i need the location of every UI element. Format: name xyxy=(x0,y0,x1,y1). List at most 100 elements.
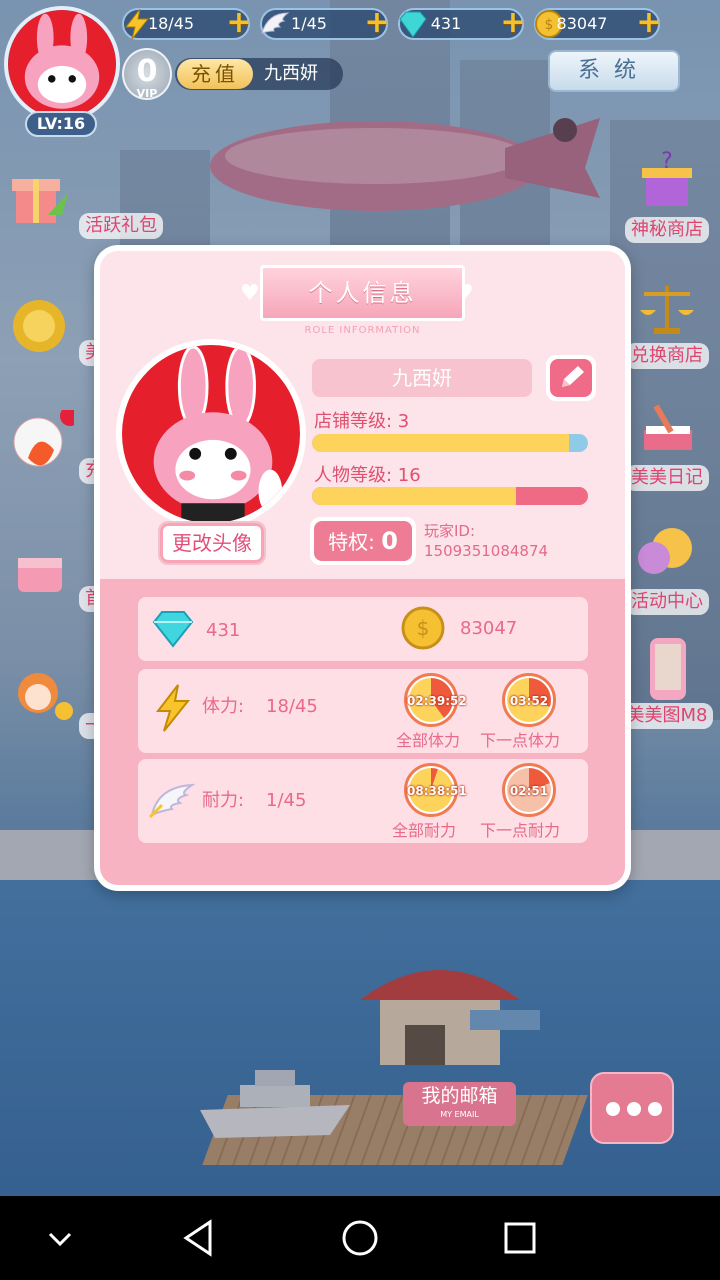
mystery-box-icon: ? xyxy=(642,149,692,206)
currency-row: 431 $ 83047 xyxy=(138,597,588,661)
character-level-label: 人物等级: 16 xyxy=(314,465,421,486)
side-label: 神秘商店 xyxy=(625,217,709,243)
vip-label: VIP xyxy=(136,87,158,100)
endurance-row: 耐力: 1/45 08:38:51 全部耐力 02:51 下一点耐力 xyxy=(138,759,588,843)
lightning-icon xyxy=(155,684,191,732)
endurance-value: 1/45 xyxy=(291,14,327,33)
diary-book-icon xyxy=(644,404,692,450)
more-dot-icon xyxy=(627,1102,641,1116)
player-name-field: 九西妍 xyxy=(312,359,532,397)
endurance-next-timer: 02:51 xyxy=(502,763,556,817)
coin-pill[interactable]: $ 83047 + xyxy=(534,8,662,40)
side-label: 美美图M8 xyxy=(620,703,714,729)
stamina-full-timer: 02:39:52 xyxy=(404,673,467,727)
character-level-progress-fill xyxy=(312,487,517,505)
add-diamond-plus-icon[interactable]: + xyxy=(498,8,528,38)
stamina-value: 18/45 xyxy=(266,696,318,717)
recent-apps-square-icon[interactable] xyxy=(498,1216,542,1260)
endurance-next-time: 02:51 xyxy=(509,784,549,798)
vip-badge[interactable]: 0 VIP xyxy=(122,48,172,100)
dialog-subtitle: ROLE INFORMATION xyxy=(304,325,421,336)
stamina-full-label: 全部体力 xyxy=(396,731,461,750)
add-stamina-plus-icon[interactable]: + xyxy=(224,8,254,38)
shop-level-label: 店铺等级: 3 xyxy=(314,411,410,432)
shop-level-progress-bar xyxy=(312,434,588,452)
shop-level-progress-fill xyxy=(312,434,569,452)
lucky-cat-icon xyxy=(13,406,80,467)
more-menu-button[interactable] xyxy=(590,1072,674,1144)
endurance-label: 耐力: xyxy=(202,790,245,811)
top-player-name: 九西妍 xyxy=(264,63,318,84)
endurance-pill[interactable]: 1/45 + xyxy=(260,8,390,40)
coin-value: 83047 xyxy=(556,14,608,33)
stamina-value: 18/45 xyxy=(147,14,195,33)
player-level-badge: LV:16 xyxy=(25,111,97,137)
endurance-full-time: 08:38:51 xyxy=(407,784,467,798)
stamina-next-timer: 03:52 xyxy=(502,673,556,727)
gift-box-icon xyxy=(12,179,68,223)
home-circle-icon[interactable] xyxy=(338,1216,382,1260)
player-id-value: 1509351084874 xyxy=(424,542,549,560)
pencil-icon xyxy=(562,366,584,387)
profile-avatar xyxy=(116,339,306,529)
coin-amount: 83047 xyxy=(460,618,518,639)
diamond-icon xyxy=(152,611,194,648)
phone-photo-icon xyxy=(650,638,686,700)
privilege-button[interactable]: 特权: 0 xyxy=(310,517,416,565)
balloon-icon xyxy=(638,528,692,574)
side-label: 兑换商店 xyxy=(625,343,709,369)
player-avatar[interactable] xyxy=(4,6,120,122)
dialog-title: 个人信息 xyxy=(260,265,465,321)
endurance-value: 1/45 xyxy=(266,790,307,811)
add-coin-plus-icon[interactable]: + xyxy=(634,8,664,38)
wing-icon xyxy=(148,783,196,819)
diamond-value: 431 xyxy=(430,14,462,33)
bunny-avatar-icon xyxy=(8,10,116,118)
stamina-label: 体力: xyxy=(202,696,245,717)
side-item-mystery-shop[interactable]: ? 神秘商店 xyxy=(614,149,720,243)
change-avatar-button[interactable]: 更改头像 xyxy=(158,521,266,565)
more-dot-icon xyxy=(648,1102,662,1116)
scale-icon xyxy=(640,286,694,334)
more-dot-icon xyxy=(606,1102,620,1116)
personal-info-dialog: ♥ ♥ 个人信息 ROLE INFORMATION 更改头像 九西妍 xyxy=(94,245,631,891)
bunny-avatar-icon xyxy=(153,345,283,523)
endurance-full-label: 全部耐力 xyxy=(392,821,457,840)
edit-name-button[interactable] xyxy=(546,355,596,401)
character-level-progress-bar xyxy=(312,487,588,505)
chevron-down-icon[interactable] xyxy=(38,1216,82,1260)
privilege-label: 特权: xyxy=(328,530,375,554)
mailbox-label: 我的邮箱 xyxy=(421,1085,498,1107)
system-button[interactable]: 系统 xyxy=(548,50,680,92)
endurance-full-timer: 08:38:51 xyxy=(404,763,467,817)
mailbox-sub: MY EMAIL xyxy=(440,1110,479,1119)
heart-icon: ♥ xyxy=(240,281,260,306)
stamina-next-label: 下一点体力 xyxy=(480,731,561,750)
girl-character-icon xyxy=(18,673,73,720)
stamina-row: 体力: 18/45 02:39:52 全部体力 03:52 下一点体力 xyxy=(138,669,588,753)
side-label: 活跃礼包 xyxy=(79,213,164,239)
dialog-panel: ♥ ♥ 个人信息 ROLE INFORMATION 更改头像 九西妍 xyxy=(100,251,625,885)
svg-text:$: $ xyxy=(417,616,430,640)
stamina-next-time: 03:52 xyxy=(509,694,549,708)
coin-icon: $ xyxy=(401,606,445,650)
system-navigation-bar xyxy=(0,1196,720,1280)
mailbox-button[interactable]: 我的邮箱 MY EMAIL xyxy=(403,1082,516,1126)
player-id-label: 玩家ID: xyxy=(424,522,476,540)
stamina-pill[interactable]: 18/45 + xyxy=(122,8,252,40)
side-item-active-gift[interactable]: 活跃礼包 xyxy=(4,165,164,239)
recharge-button[interactable]: 充值 xyxy=(177,59,253,89)
vip-level: 0 xyxy=(136,54,158,89)
diamond-amount: 431 xyxy=(206,620,241,641)
treasure-bag-icon xyxy=(13,300,65,352)
treasure-chest-icon xyxy=(18,558,62,592)
privilege-value: 0 xyxy=(381,527,398,555)
side-label: 活动中心 xyxy=(625,589,709,615)
side-label: 美美日记 xyxy=(625,465,709,491)
svg-text:?: ? xyxy=(661,150,673,174)
stamina-full-time: 02:39:52 xyxy=(407,694,467,708)
back-triangle-icon[interactable] xyxy=(178,1216,222,1260)
add-endurance-plus-icon[interactable]: + xyxy=(362,8,392,38)
diamond-pill[interactable]: 431 + xyxy=(398,8,526,40)
player-id-block: 玩家ID: 1509351084874 xyxy=(424,521,548,561)
